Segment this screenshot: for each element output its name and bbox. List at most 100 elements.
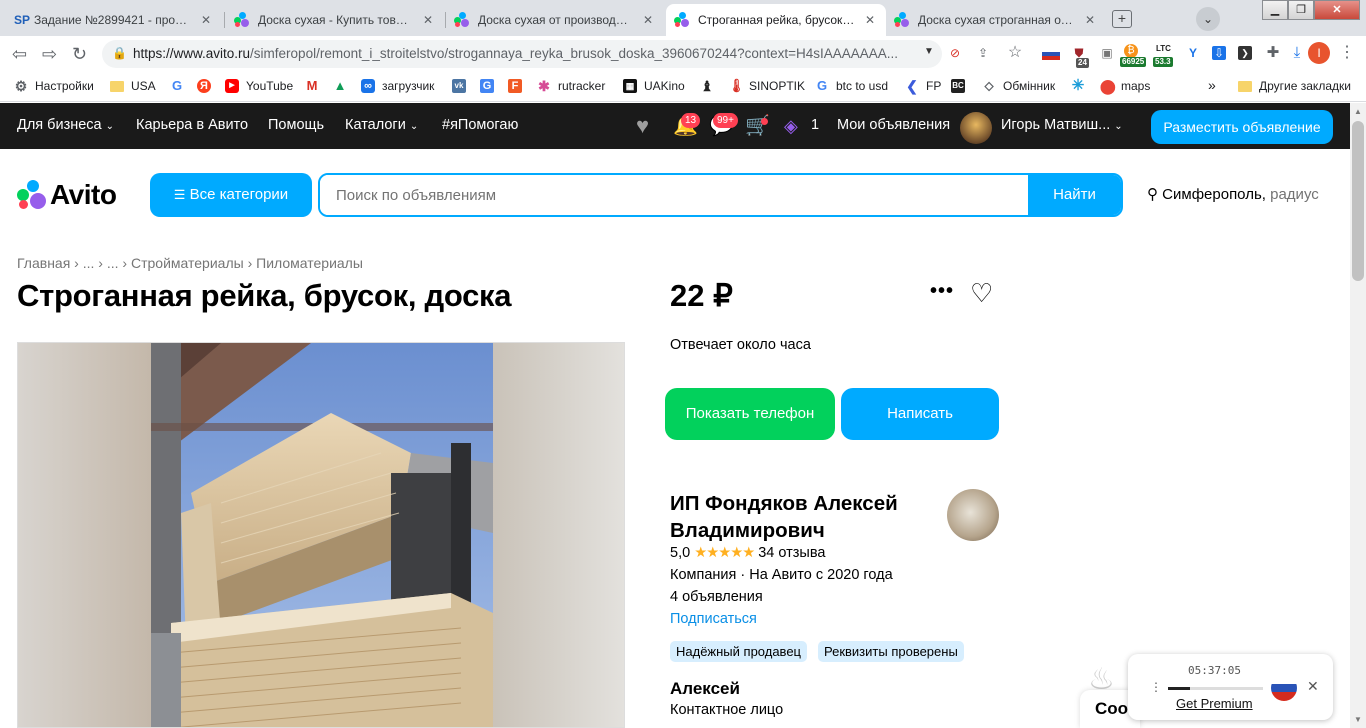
browser-tab-5[interactable]: Доска сухая строганная от производителя … (886, 4, 1106, 36)
nav-catalogs[interactable]: Каталоги ⌄ (345, 117, 418, 133)
bookmark-sinoptik[interactable]: 🌡 SINOPTIK (728, 79, 805, 94)
seller-ads-count[interactable]: 4 объявления (670, 589, 763, 605)
more-options-icon[interactable]: ••• (930, 280, 954, 303)
bookmark-google[interactable]: G (170, 79, 191, 93)
dropdown-icon[interactable]: ▼ (924, 46, 934, 57)
bookmark-btc[interactable]: Gbtc to usd (815, 79, 888, 94)
nav-my-ads[interactable]: Мои объявления (837, 117, 950, 133)
drive-icon: ▲ (333, 78, 347, 93)
bookmark-bc[interactable]: BC (951, 79, 972, 93)
bookmark-uakino[interactable]: ▦ UAKino (623, 79, 685, 93)
puzzle-icon[interactable]: ✚ (1264, 44, 1282, 62)
bookmark-youtube[interactable]: ▶ YouTube (225, 79, 293, 93)
bookmark-chess[interactable]: ♝ (700, 79, 721, 93)
breadcrumb-item[interactable]: ... (83, 255, 95, 271)
nav-help[interactable]: Помощь (268, 117, 324, 133)
gmail-icon: M (306, 78, 318, 93)
y-extension-icon[interactable]: Y (1184, 44, 1202, 62)
lock-icon[interactable]: 🔒 (112, 46, 127, 60)
bookmark-f[interactable]: F (508, 79, 529, 93)
url-text[interactable]: https://www.avito.ru/simferopol/remont_i… (133, 46, 923, 61)
seller-rating-line[interactable]: 5,0 ★★★★★ 34 отзыва (670, 545, 825, 561)
scrollbar-thumb[interactable] (1352, 121, 1364, 281)
close-icon[interactable]: ✕ (1082, 13, 1098, 27)
close-icon[interactable]: ✕ (420, 13, 436, 27)
bookmark-settings[interactable]: ⚙ Настройки (14, 79, 94, 93)
other-bookmarks[interactable]: Другие закладки (1238, 79, 1351, 93)
breadcrumb-item[interactable]: Главная (17, 255, 70, 271)
close-window-icon[interactable]: ✕ (1314, 0, 1360, 20)
favorites-heart-icon[interactable]: ♥ (636, 115, 649, 137)
write-message-button[interactable]: Написать (841, 388, 999, 440)
breadcrumb-item[interactable]: Пиломатериалы (256, 255, 363, 271)
reload-icon[interactable]: ↻ (72, 44, 87, 64)
seller-avatar[interactable] (947, 489, 999, 541)
profile-avatar[interactable]: I (1308, 42, 1330, 64)
download-box-icon[interactable]: ⇩ (1212, 46, 1226, 60)
seller-name[interactable]: ИП Фондяков Алексей Владимирович (670, 490, 940, 544)
bookmark-exchanger[interactable]: ⬦ Обмінник (982, 79, 1055, 94)
bookmarks-overflow-button[interactable]: » (1208, 77, 1216, 93)
get-premium-link[interactable]: Get Premium (1176, 696, 1253, 711)
find-button[interactable]: Найти (1028, 175, 1121, 215)
show-phone-button[interactable]: Показать телефон (665, 388, 835, 440)
browser-tab-2[interactable]: Доска сухая - Купить товары для ✕ (226, 4, 444, 36)
close-icon[interactable]: ✕ (1307, 678, 1319, 695)
avito-logo[interactable]: Avito (17, 179, 117, 211)
bookmark-vk[interactable]: vk (452, 79, 473, 93)
terminal-icon[interactable]: ❯ (1238, 46, 1252, 60)
close-icon[interactable]: ✕ (198, 13, 214, 27)
briefcase-icon[interactable]: ▣ (1098, 44, 1116, 62)
radius: радиус (1270, 186, 1319, 203)
nav-user-menu[interactable]: Игорь Матвиш... ⌄ (1001, 117, 1123, 133)
back-icon[interactable]: ⇦ (12, 44, 27, 64)
block-icon[interactable]: ⊘ (946, 44, 964, 62)
close-icon[interactable]: ✕ (862, 13, 878, 27)
bitcoin-icon[interactable]: ₿ (1124, 44, 1138, 58)
bookmark-translate[interactable]: G (480, 79, 501, 93)
russia-flag-icon[interactable] (1271, 675, 1297, 701)
bookmark-rutracker[interactable]: ✱ rutracker (537, 79, 605, 93)
maximize-icon[interactable]: ❐ (1288, 0, 1314, 20)
location-selector[interactable]: ⚲ Симферополь, радиус (1147, 185, 1319, 203)
kebab-menu-icon[interactable]: ⋮ (1338, 44, 1356, 62)
bookmark-drive[interactable]: ▲ (333, 79, 354, 93)
nav-career[interactable]: Карьера в Авито (136, 117, 248, 133)
browser-tab-3[interactable]: Доска сухая от производителя ✕ (446, 4, 664, 36)
promo-ticket-icon[interactable]: ◈ (784, 116, 798, 136)
bookmark-usa[interactable]: USA (110, 79, 156, 93)
favorite-heart-icon[interactable]: ♡ (970, 280, 993, 306)
bookmark-loader[interactable]: ∞ загрузчик (361, 79, 434, 93)
bookmark-yandex[interactable]: Я (197, 79, 218, 93)
listing-photo[interactable] (17, 342, 625, 728)
scroll-down-icon[interactable]: ▼ (1354, 715, 1362, 724)
post-ad-button[interactable]: Разместить объявление (1151, 110, 1333, 144)
browser-tab-1[interactable]: SP Задание №2899421 - просмотр ✕ (6, 4, 222, 36)
breadcrumb-item[interactable]: Стройматериалы (131, 255, 244, 271)
bookmark-star-icon[interactable]: ☆ (1006, 44, 1024, 62)
subscribe-link[interactable]: Подписаться (670, 611, 757, 627)
nav-help-tag[interactable]: #яПомогаю (442, 117, 518, 133)
scroll-up-icon[interactable]: ▲ (1354, 107, 1362, 116)
bookmark-asterisk[interactable]: ✳ (1071, 78, 1092, 93)
search-input[interactable] (320, 175, 1030, 215)
user-avatar[interactable] (960, 112, 992, 144)
bookmark-fp[interactable]: ❮ FP (905, 79, 941, 93)
bookmark-gmail[interactable]: M (305, 79, 326, 93)
address-bar[interactable]: 🔒 https://www.avito.ru/simferopol/remont… (102, 40, 942, 68)
close-icon[interactable]: ✕ (640, 13, 656, 27)
download-icon[interactable]: ⤓ (1288, 44, 1306, 62)
page-scrollbar[interactable]: ▲ ▼ (1350, 103, 1366, 728)
menu-dots-icon[interactable]: ⋮ (1150, 680, 1162, 694)
breadcrumb-item[interactable]: ... (107, 255, 119, 271)
russia-flag-icon[interactable] (1042, 48, 1060, 60)
new-tab-icon[interactable]: + (1112, 10, 1132, 28)
forward-icon[interactable]: ⇨ (42, 44, 57, 64)
nav-business[interactable]: Для бизнеса ⌄ (17, 117, 114, 133)
minimize-icon[interactable]: ▁ (1262, 0, 1288, 20)
bookmark-maps[interactable]: ⬤ maps (1100, 79, 1150, 93)
browser-tab-4-active[interactable]: Строганная рейка, брусок, доска ✕ (666, 4, 886, 36)
share-icon[interactable]: ⇪ (974, 44, 992, 62)
all-categories-button[interactable]: ☰ Все категории (150, 173, 312, 217)
chevron-down-icon[interactable]: ⌄ (1196, 7, 1220, 31)
